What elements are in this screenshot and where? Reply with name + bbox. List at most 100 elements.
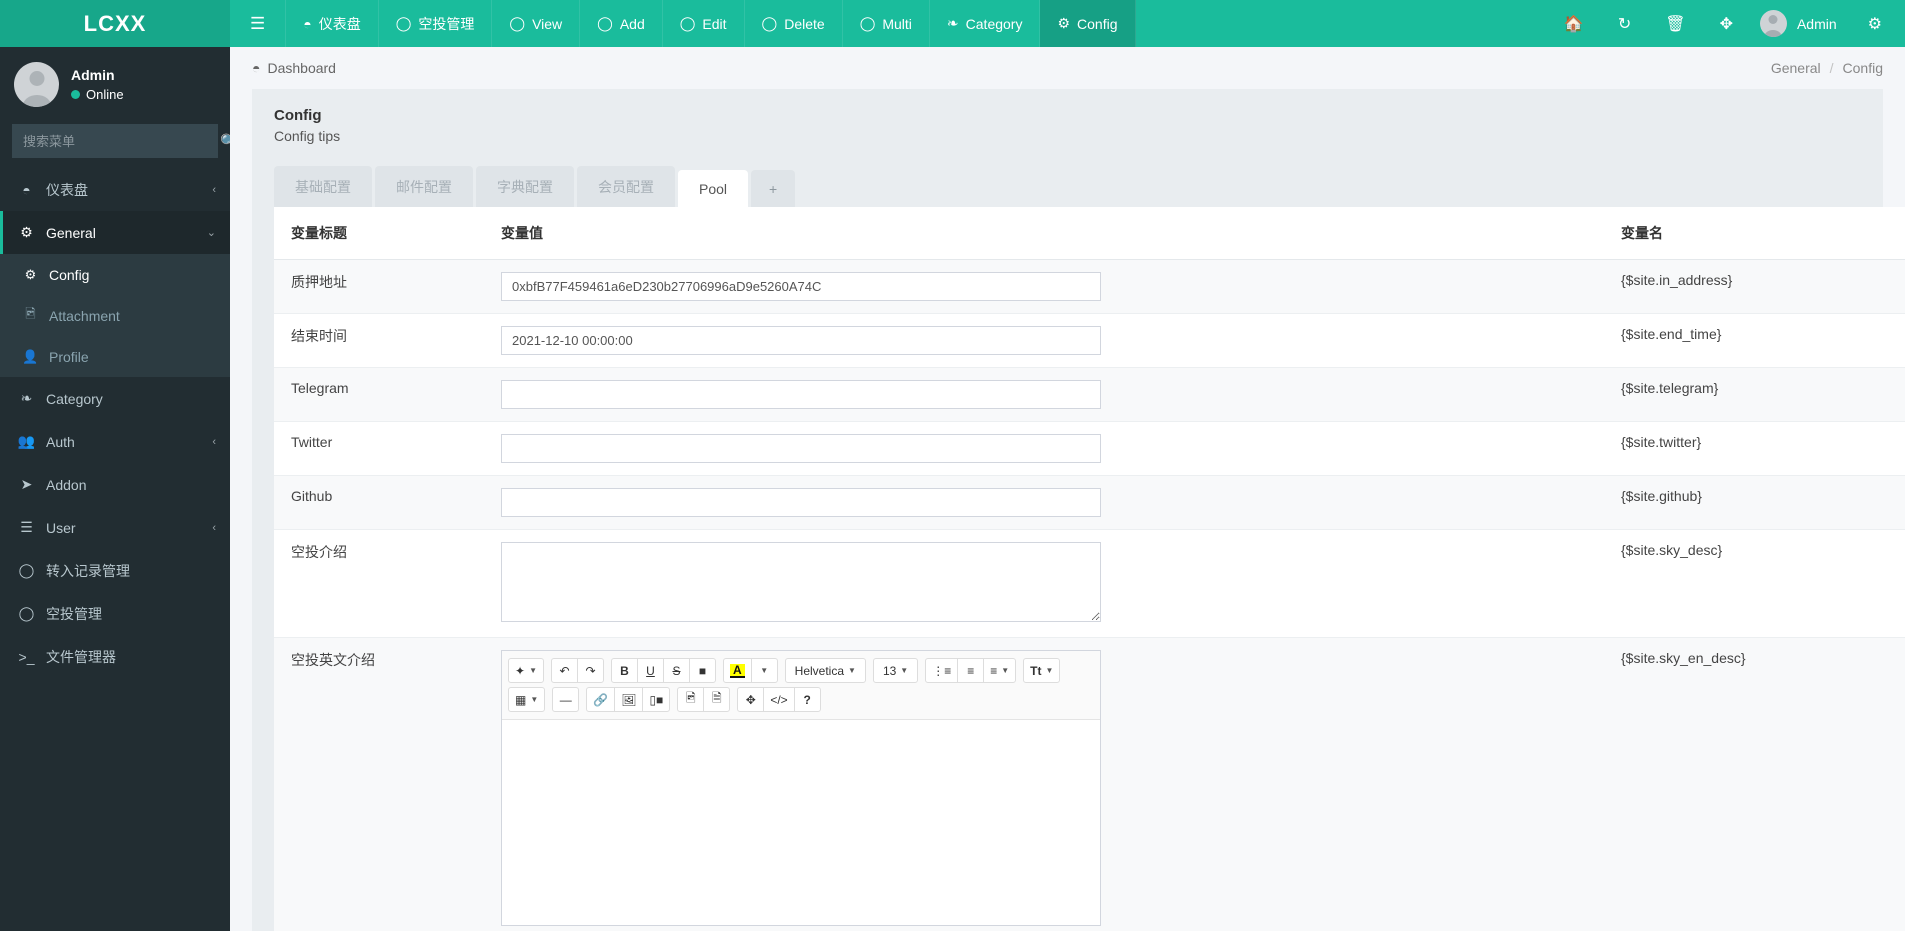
gear-icon: ⚙: [1057, 15, 1071, 31]
sidebar-search[interactable]: 🔍: [12, 124, 230, 158]
font-family-label: Helvetica: [794, 663, 845, 678]
nav-item-airdrop-management[interactable]: ◯ 空投管理: [379, 0, 493, 47]
link-icon[interactable]: 🔗: [586, 687, 616, 712]
nav-item-label: 仪表盘: [318, 15, 361, 32]
tab-dictionary-config[interactable]: 字典配置: [476, 166, 574, 207]
sidebar-item-category[interactable]: ❧ Category: [0, 377, 230, 420]
circle-icon: ◯: [859, 15, 876, 31]
twitter-field[interactable]: [501, 434, 1101, 463]
expand-icon[interactable]: ✥: [1703, 0, 1750, 47]
help-icon[interactable]: ?: [793, 687, 821, 712]
nav-item-add[interactable]: ◯ Add: [580, 0, 663, 47]
content-header-title[interactable]: ◓ Dashboard: [252, 60, 336, 76]
nav-item-delete[interactable]: ◯ Delete: [745, 0, 843, 47]
image-upload-icon[interactable]: 🖻: [677, 687, 705, 712]
breadcrumb-item-config[interactable]: Config: [1843, 60, 1883, 76]
editor-content-area[interactable]: [502, 720, 1100, 925]
sidebar-item-file-manager[interactable]: >_ 文件管理器: [0, 635, 230, 678]
editor-toolbar: ✦ ▼ ↶ ↷ B U S ■ A ▼ Helvetica ▼ 13 ▼ ⋮≡ …: [502, 651, 1100, 720]
sidebar-item-dashboard[interactable]: ◓ 仪表盘 ‹: [0, 168, 230, 211]
table-row: 结束时间 {$site.end_time}: [274, 313, 1905, 368]
font-size-select[interactable]: 13 ▼: [872, 658, 919, 683]
search-input[interactable]: [13, 133, 209, 149]
magic-style-icon[interactable]: ✦ ▼: [508, 658, 544, 683]
picture-icon[interactable]: 🖼: [614, 687, 644, 712]
sidebar-item-transfer-records[interactable]: ◯ 转入记录管理: [0, 549, 230, 592]
end-time-field[interactable]: [501, 326, 1101, 355]
home-icon[interactable]: 🏠: [1547, 0, 1601, 47]
navbar-right-actions: 🏠 ↻ 🗑 ✥ Admin ⚙: [1547, 0, 1905, 47]
nav-item-dashboard[interactable]: ◓ 仪表盘: [286, 0, 379, 47]
editor-group-history: ↶ ↷: [550, 658, 604, 683]
tab-email-config[interactable]: 邮件配置: [375, 166, 473, 207]
unordered-list-icon[interactable]: ⋮≡: [925, 658, 959, 683]
video-icon[interactable]: ▯■: [642, 687, 671, 712]
tab-basic-config[interactable]: 基础配置: [274, 166, 372, 207]
tab-panel-pool: 变量标题 变量值 变量名 质押地址 {$site.in_address}: [274, 207, 1905, 931]
sidebar-item-auth[interactable]: 👥 Auth ‹: [0, 420, 230, 463]
sidebar-item-profile[interactable]: 👤 Profile: [0, 336, 230, 377]
circle-icon: ◯: [18, 605, 35, 621]
add-tab-button[interactable]: +: [751, 170, 796, 207]
nav-item-label: View: [532, 15, 563, 32]
config-table-head: 变量标题 变量值 变量名: [274, 207, 1905, 260]
gears-icon[interactable]: ⚙: [1851, 0, 1899, 47]
nav-item-config[interactable]: ⚙ Config: [1040, 0, 1136, 47]
eraser-icon[interactable]: ■: [688, 658, 716, 683]
file-icon[interactable]: 🗎: [703, 687, 731, 712]
editor-group-line-height: Tt ▼: [1023, 658, 1061, 683]
tab-pool[interactable]: Pool: [678, 170, 749, 207]
horizontal-rule-icon[interactable]: —: [552, 687, 580, 712]
bold-icon[interactable]: B: [610, 658, 638, 683]
sidebar-item-addon[interactable]: ➤ Addon: [0, 463, 230, 506]
in-address-field[interactable]: [501, 272, 1101, 301]
redo-icon[interactable]: ↷: [576, 658, 604, 683]
column-header-name: 变量名: [1604, 207, 1905, 260]
editor-group-upload: 🖻 🗎: [677, 687, 731, 712]
tab-member-config[interactable]: 会员配置: [577, 166, 675, 207]
row-value: [489, 475, 1604, 530]
chevron-down-icon[interactable]: ▼: [750, 658, 778, 683]
sidebar-item-label: 空投管理: [46, 605, 102, 622]
navbar-user-menu[interactable]: Admin: [1750, 0, 1851, 47]
brand-logo[interactable]: LCXX: [0, 0, 230, 47]
refresh-icon[interactable]: ↻: [1601, 0, 1648, 47]
dashboard-icon: ◓: [252, 60, 261, 76]
sky-desc-textarea[interactable]: [501, 542, 1101, 622]
ordered-list-icon[interactable]: ≡: [957, 658, 985, 683]
code-view-icon[interactable]: </>: [763, 687, 795, 712]
nav-item-edit[interactable]: ◯ Edit: [663, 0, 745, 47]
content-header: ◓ Dashboard General / Config: [230, 47, 1905, 89]
sidebar-item-config[interactable]: ⚙ Config: [0, 254, 230, 295]
table-row: Github {$site.github}: [274, 475, 1905, 530]
font-family-select[interactable]: Helvetica ▼: [784, 658, 866, 683]
telegram-field[interactable]: [501, 380, 1101, 409]
underline-icon[interactable]: U: [636, 658, 664, 683]
fullscreen-icon[interactable]: ✥: [737, 687, 765, 712]
sidebar-item-user[interactable]: ☰ User ‹: [0, 506, 230, 549]
editor-group-view: ✥ </> ?: [737, 687, 821, 712]
nav-item-view[interactable]: ◯ View: [492, 0, 581, 47]
trash-icon[interactable]: 🗑: [1648, 0, 1702, 47]
table-icon[interactable]: ▦ ▼: [508, 687, 546, 712]
sidebar-item-general[interactable]: ⚙ General ⌄: [0, 211, 230, 254]
list-icon: ☰: [20, 519, 33, 535]
font-color-icon[interactable]: A: [722, 658, 752, 683]
sidebar-toggle-button[interactable]: ☰: [230, 0, 287, 47]
undo-icon[interactable]: ↶: [550, 658, 578, 683]
sidebar-item-attachment[interactable]: 🖻 Attachment: [0, 295, 230, 336]
breadcrumb: General / Config: [1771, 60, 1883, 76]
paragraph-align-icon[interactable]: ≡ ▼: [983, 658, 1017, 683]
search-icon[interactable]: 🔍: [209, 133, 230, 150]
github-field[interactable]: [501, 488, 1101, 517]
sidebar-user-info: Admin Online: [71, 67, 124, 102]
nav-item-category[interactable]: ❧ Category: [930, 0, 1041, 47]
chevron-left-icon: ‹: [212, 435, 216, 448]
sidebar-item-airdrop-management[interactable]: ◯ 空投管理: [0, 592, 230, 635]
breadcrumb-item-general[interactable]: General: [1771, 60, 1821, 76]
line-height-icon[interactable]: Tt ▼: [1023, 658, 1061, 683]
nav-item-multi[interactable]: ◯ Multi: [843, 0, 930, 47]
strikethrough-icon[interactable]: S: [662, 658, 690, 683]
nav-item-label: Multi: [882, 15, 912, 32]
table-row: 质押地址 {$site.in_address}: [274, 259, 1905, 314]
